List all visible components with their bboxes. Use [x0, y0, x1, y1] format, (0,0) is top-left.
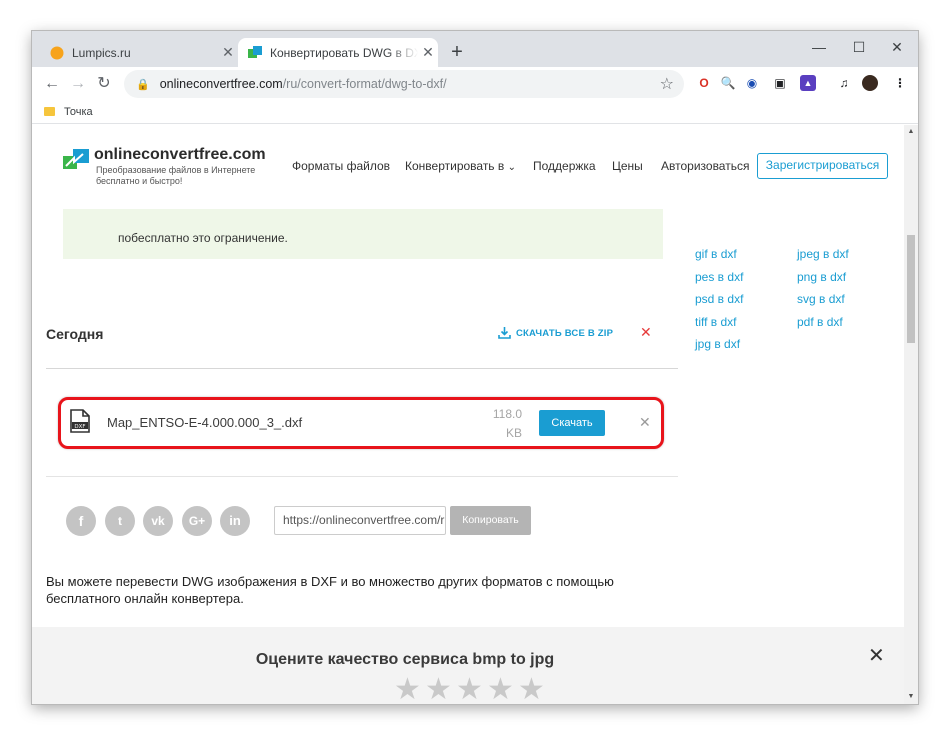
url-host: onlineconvertfree.com: [159, 77, 283, 91]
download-button[interactable]: Скачать: [539, 410, 605, 436]
download-all-zip-link[interactable]: СКАЧАТЬ ВСЕ В ZIP: [498, 327, 613, 339]
related-link[interactable]: pes в dxf: [695, 270, 743, 284]
chevron-down-icon: ⌄: [507, 162, 517, 173]
profile-avatar[interactable]: [862, 75, 878, 91]
facebook-icon[interactable]: f: [66, 506, 96, 536]
menu-login[interactable]: Авторизоваться: [661, 159, 749, 173]
file-size: 118.0 KB: [492, 407, 522, 440]
onlineconvertfree-favicon-icon: [248, 45, 262, 58]
share-url-input[interactable]: https://onlineconvertfree.com/ru/convert…: [274, 506, 446, 535]
extension-opera-icon[interactable]: O: [696, 75, 712, 91]
menu-support[interactable]: Поддержка: [533, 159, 596, 173]
bookmark-star-icon[interactable]: ☆: [660, 74, 674, 94]
forward-arrow-icon[interactable]: →: [67, 73, 89, 95]
rating-stars: ★ ★ ★ ★ ★: [392, 675, 547, 705]
google-plus-icon[interactable]: G+: [182, 506, 212, 536]
page-viewport: побесплатно это ограничение. onlineconve…: [32, 125, 904, 704]
url-path: /ru/convert-format/dwg-to-dxf/: [282, 77, 447, 91]
back-arrow-icon[interactable]: ←: [41, 73, 63, 95]
browser-toolbar: ← → ↻ 🔒 onlineconvertfree.com/ru/convert…: [32, 67, 918, 100]
register-button[interactable]: Зарегистрироваться: [757, 153, 888, 179]
rating-close-icon[interactable]: ✕: [868, 643, 885, 668]
star-icon[interactable]: ★: [516, 675, 547, 705]
scroll-up-icon[interactable]: ▲: [907, 128, 915, 135]
tab-close-icon[interactable]: ✕: [218, 44, 238, 61]
extension-box-icon[interactable]: ▣: [772, 75, 788, 91]
window-close-icon[interactable]: ✕: [880, 35, 914, 59]
related-link[interactable]: svg в dxf: [797, 292, 845, 306]
logo-icon: [63, 149, 89, 169]
browser-window: Lumpics.ru ✕ Конвертировать DWG в DXF он…: [32, 31, 918, 704]
star-icon[interactable]: ★: [454, 675, 485, 705]
new-tab-plus-icon[interactable]: +: [446, 41, 468, 63]
related-link[interactable]: pdf в dxf: [797, 315, 843, 329]
bookmarks-bar: Точка: [32, 100, 918, 124]
remove-file-close-icon[interactable]: ✕: [639, 414, 651, 431]
divider: [46, 368, 678, 369]
divider: [46, 476, 678, 477]
tab-title: Lumpics.ru: [72, 45, 131, 60]
related-link[interactable]: jpeg в dxf: [797, 247, 849, 261]
lock-icon: 🔒: [136, 78, 150, 91]
media-controls-icon[interactable]: ♫: [836, 75, 852, 91]
minimize-icon[interactable]: —: [802, 35, 836, 59]
rating-title: Оцените качество сервиса bmp to jpg: [255, 651, 555, 668]
download-all-label: СКАЧАТЬ ВСЕ В ZIP: [516, 327, 614, 339]
tab-onlineconvertfree[interactable]: Конвертировать DWG в DXF онлайн ✕: [238, 38, 438, 67]
related-link[interactable]: tiff в dxf: [695, 315, 737, 329]
rating-panel: Оцените качество сервиса bmp to jpg ✕ ★ …: [32, 627, 904, 704]
browser-menu-icon[interactable]: ⋮: [892, 75, 908, 91]
extension-purple-icon[interactable]: ▲: [800, 75, 816, 91]
vk-icon[interactable]: vk: [143, 506, 173, 536]
star-icon[interactable]: ★: [392, 675, 423, 705]
linkedin-icon[interactable]: in: [220, 506, 250, 536]
star-icon[interactable]: ★: [423, 675, 454, 705]
related-link[interactable]: gif в dxf: [695, 247, 737, 261]
reload-icon[interactable]: ↻: [93, 73, 115, 95]
site-header: onlineconvertfree.com Преобразование фай…: [32, 125, 904, 209]
maximize-icon[interactable]: ☐: [842, 35, 876, 59]
tab-title: Конвертировать DWG в DXF онлайн: [270, 45, 418, 60]
dxf-file-icon: DXF: [70, 409, 90, 433]
clear-all-close-icon[interactable]: ✕: [640, 324, 652, 341]
bookmark-tochka[interactable]: Точка: [64, 106, 93, 118]
tab-close-icon[interactable]: ✕: [418, 44, 438, 61]
related-link[interactable]: psd в dxf: [695, 292, 743, 306]
tab-lumpics[interactable]: Lumpics.ru ✕: [40, 38, 238, 67]
address-bar[interactable]: 🔒 onlineconvertfree.com/ru/convert-forma…: [124, 70, 684, 98]
logo-tagline: Преобразование файлов в Интернете беспла…: [96, 165, 256, 186]
menu-convert-label: Конвертировать в: [405, 159, 505, 173]
scroll-down-icon[interactable]: ▼: [907, 693, 915, 700]
extension-globe-icon[interactable]: ◉: [744, 75, 760, 91]
section-title-today: Сегодня: [46, 326, 104, 342]
info-box-partial-text: побесплатно это ограничение.: [118, 231, 288, 245]
logo-name[interactable]: onlineconvertfree.com: [94, 146, 266, 164]
tab-strip: Lumpics.ru ✕ Конвертировать DWG в DXF он…: [32, 31, 918, 67]
page-scrollbar[interactable]: ▲ ▼: [904, 125, 918, 704]
lumpics-favicon-icon: [50, 46, 64, 59]
menu-formats[interactable]: Форматы файлов: [292, 159, 390, 173]
related-link[interactable]: jpg в dxf: [695, 337, 740, 351]
related-link[interactable]: png в dxf: [797, 270, 846, 284]
menu-convert[interactable]: Конвертировать в ⌄: [405, 159, 516, 173]
menu-prices[interactable]: Цены: [612, 159, 643, 173]
download-icon: [498, 327, 511, 339]
file-ext-label: DXF: [74, 424, 85, 430]
folder-icon: [44, 107, 55, 116]
file-name: Map_ENTSO-E-4.000.000_3_.dxf: [107, 415, 303, 430]
extension-search-icon[interactable]: 🔍: [720, 75, 736, 91]
star-icon[interactable]: ★: [485, 675, 516, 705]
copy-button[interactable]: Копировать: [450, 506, 531, 535]
twitter-icon[interactable]: t: [105, 506, 135, 536]
description-text: Вы можете перевести DWG изображения в DX…: [46, 574, 614, 606]
scrollbar-thumb[interactable]: [907, 235, 915, 343]
